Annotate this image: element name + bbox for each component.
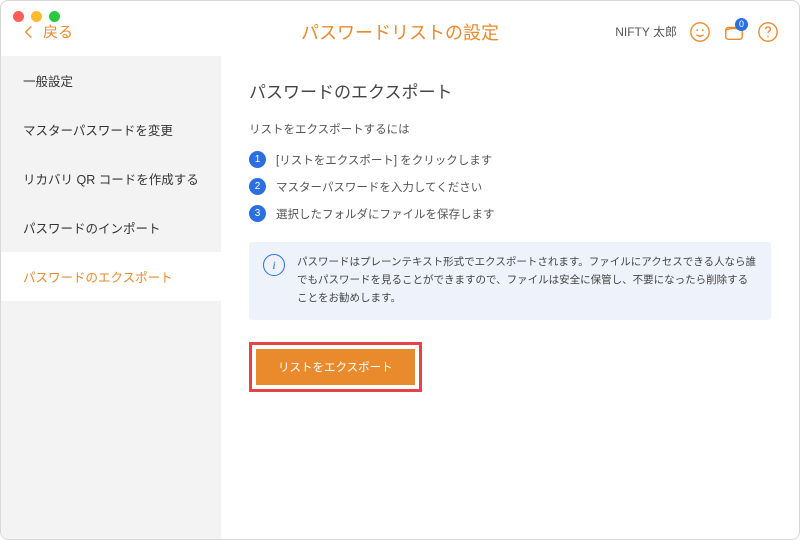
window-controls (13, 11, 60, 22)
page-title: パスワードリストの設定 (301, 19, 499, 45)
step-item: 2 マスターパスワードを入力してください (249, 178, 771, 195)
sidebar-item-label: パスワードのエクスポート (23, 271, 173, 285)
header: 戻る パスワードリストの設定 NIFTY 太郎 0 (1, 1, 799, 56)
close-window-icon[interactable] (13, 11, 24, 22)
sidebar-item-label: パスワードのインポート (23, 222, 161, 236)
sidebar: 一般設定 マスターパスワードを変更 リカバリ QR コードを作成する パスワード… (1, 56, 221, 540)
step-number-icon: 1 (249, 151, 266, 168)
step-text: マスターパスワードを入力してください (276, 179, 482, 195)
steps-list: 1 [リストをエクスポート] をクリックします 2 マスターパスワードを入力してくだ… (249, 151, 771, 222)
sidebar-item-import[interactable]: パスワードのインポート (1, 203, 221, 252)
content-area: パスワードのエクスポート リストをエクスポートするには 1 [リストをエクスポート… (221, 56, 799, 540)
chevron-left-icon (21, 24, 37, 40)
export-list-button[interactable]: リストをエクスポート (256, 349, 415, 385)
maximize-window-icon[interactable] (49, 11, 60, 22)
info-text: パスワードはプレーンテキスト形式でエクスポートされます。ファイルにアクセスできる… (297, 254, 757, 308)
back-button[interactable]: 戻る (21, 21, 73, 42)
content-heading: パスワードのエクスポート (249, 78, 771, 103)
step-item: 3 選択したフォルダにファイルを保存します (249, 205, 771, 222)
step-text: 選択したフォルダにファイルを保存します (276, 206, 495, 222)
info-box: i パスワードはプレーンテキスト形式でエクスポートされます。ファイルにアクセスで… (249, 242, 771, 320)
minimize-window-icon[interactable] (31, 11, 42, 22)
content-subheading: リストをエクスポートするには (249, 121, 771, 137)
sidebar-item-recovery-qr[interactable]: リカバリ QR コードを作成する (1, 154, 221, 203)
sidebar-item-label: マスターパスワードを変更 (23, 124, 173, 138)
sidebar-item-export[interactable]: パスワードのエクスポート (1, 252, 221, 301)
highlight-frame: リストをエクスポート (249, 342, 422, 392)
sidebar-item-change-master[interactable]: マスターパスワードを変更 (1, 105, 221, 154)
help-icon[interactable] (757, 21, 779, 43)
profile-icon[interactable] (689, 21, 711, 43)
sidebar-item-label: 一般設定 (23, 75, 73, 89)
step-number-icon: 3 (249, 205, 266, 222)
wallet-icon[interactable]: 0 (723, 21, 745, 43)
sidebar-item-general[interactable]: 一般設定 (1, 56, 221, 105)
body: 一般設定 マスターパスワードを変更 リカバリ QR コードを作成する パスワード… (1, 56, 799, 540)
step-text: [リストをエクスポート] をクリックします (276, 152, 492, 168)
wallet-badge: 0 (735, 18, 748, 31)
header-right: NIFTY 太郎 0 (615, 21, 779, 43)
sidebar-item-label: リカバリ QR コードを作成する (23, 173, 199, 187)
step-item: 1 [リストをエクスポート] をクリックします (249, 151, 771, 168)
info-icon: i (263, 254, 285, 276)
app-window: 戻る パスワードリストの設定 NIFTY 太郎 0 一般設定 マスターパスワード… (0, 0, 800, 540)
username-label: NIFTY 太郎 (615, 23, 677, 40)
step-number-icon: 2 (249, 178, 266, 195)
back-label: 戻る (43, 21, 73, 42)
